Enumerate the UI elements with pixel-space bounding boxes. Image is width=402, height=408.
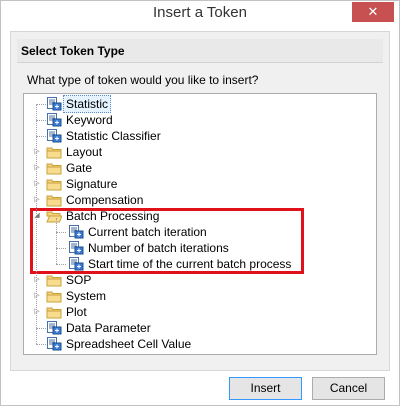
tree-connector (36, 104, 46, 105)
folder-open-icon (46, 209, 63, 223)
collapse-icon[interactable]: ◢ (32, 208, 42, 224)
tree-connector (36, 328, 46, 329)
tree-item-label: Statistic Classifier (66, 129, 161, 143)
cancel-button[interactable]: Cancel (312, 377, 385, 400)
expand-icon[interactable]: ▷ (32, 144, 42, 160)
folder-icon (46, 193, 62, 207)
tree-connector (56, 248, 66, 249)
token-icon (46, 97, 62, 111)
token-tree[interactable]: Statistic Keyword Statistic Classifier ▷ … (23, 93, 377, 355)
tree-item-label: Current batch iteration (88, 225, 207, 239)
tree-item-label: Signature (66, 177, 118, 191)
tree-item-label: System (66, 289, 107, 303)
tree-item-label: Compensation (66, 193, 144, 207)
folder-icon (46, 273, 62, 287)
tree-item-label: Keyword (66, 113, 113, 127)
tree-item[interactable]: ▷ SOP (24, 272, 364, 288)
tree-item[interactable]: Current batch iteration (24, 224, 364, 240)
tree-item[interactable]: Statistic Classifier (24, 128, 364, 144)
tree-item-label: Data Parameter (66, 321, 151, 335)
tree-item[interactable]: ▷ Layout (24, 144, 364, 160)
expand-icon[interactable]: ▷ (32, 304, 42, 320)
expand-icon[interactable]: ▷ (32, 288, 42, 304)
tree-item[interactable]: Number of batch iterations (24, 240, 364, 256)
tree-item-label: SOP (66, 273, 92, 287)
tree-item[interactable]: ◢ Batch Processing (24, 208, 364, 224)
tree-guide-line (56, 218, 57, 264)
tree-item[interactable]: Keyword (24, 112, 364, 128)
token-icon (46, 129, 62, 143)
token-icon (46, 113, 62, 127)
expand-icon[interactable]: ▷ (32, 176, 42, 192)
tree-item-label: Layout (66, 145, 103, 159)
close-icon: ✕ (367, 4, 379, 19)
tree-item[interactable]: ▷ Signature (24, 176, 364, 192)
folder-icon (46, 177, 62, 191)
token-icon (68, 257, 84, 271)
tree-connector (56, 264, 66, 265)
group-header: Select Token Type (17, 39, 383, 63)
title-bar: Insert a Token ✕ (1, 1, 399, 29)
tree-item[interactable]: ▷ Gate (24, 160, 364, 176)
tree-guide-line (36, 104, 37, 344)
token-icon (68, 241, 84, 255)
tree-item-label: Statistic (63, 95, 112, 113)
token-icon (68, 225, 84, 239)
tree-item-label: Plot (66, 305, 87, 319)
folder-icon (46, 145, 62, 159)
tree-item-label: Spreadsheet Cell Value (66, 337, 192, 351)
tree-connector (56, 232, 66, 233)
tree-connector (36, 120, 46, 121)
dialog-title: Insert a Token (153, 4, 247, 21)
question-label: What type of token would you like to ins… (27, 73, 259, 87)
tree-connector (36, 136, 46, 137)
token-icon (46, 337, 62, 351)
folder-icon (46, 161, 62, 175)
tree-connector (36, 344, 46, 345)
tree-item[interactable]: ▷ System (24, 288, 364, 304)
tree-item[interactable]: ▷ Compensation (24, 192, 364, 208)
tree-item[interactable]: Statistic (24, 95, 364, 113)
insert-token-dialog: Insert a Token ✕ Select Token Type What … (0, 0, 400, 406)
expand-icon[interactable]: ▷ (32, 272, 42, 288)
tree-item[interactable]: Spreadsheet Cell Value (24, 336, 364, 352)
folder-icon (46, 289, 62, 303)
insert-button[interactable]: Insert (229, 377, 302, 400)
tree-item-label: Number of batch iterations (88, 241, 229, 255)
expand-icon[interactable]: ▷ (32, 192, 42, 208)
tree-item[interactable]: Start time of the current batch process (24, 256, 364, 272)
expand-icon[interactable]: ▷ (32, 160, 42, 176)
folder-icon (46, 305, 62, 319)
tree-item[interactable]: ▷ Plot (24, 304, 364, 320)
tree-item-label: Start time of the current batch process (88, 257, 292, 271)
tree-item-label: Batch Processing (66, 209, 160, 223)
tree-item[interactable]: Data Parameter (24, 320, 364, 336)
tree-item-label: Gate (66, 161, 93, 175)
close-button[interactable]: ✕ (352, 2, 394, 22)
token-icon (46, 321, 62, 335)
